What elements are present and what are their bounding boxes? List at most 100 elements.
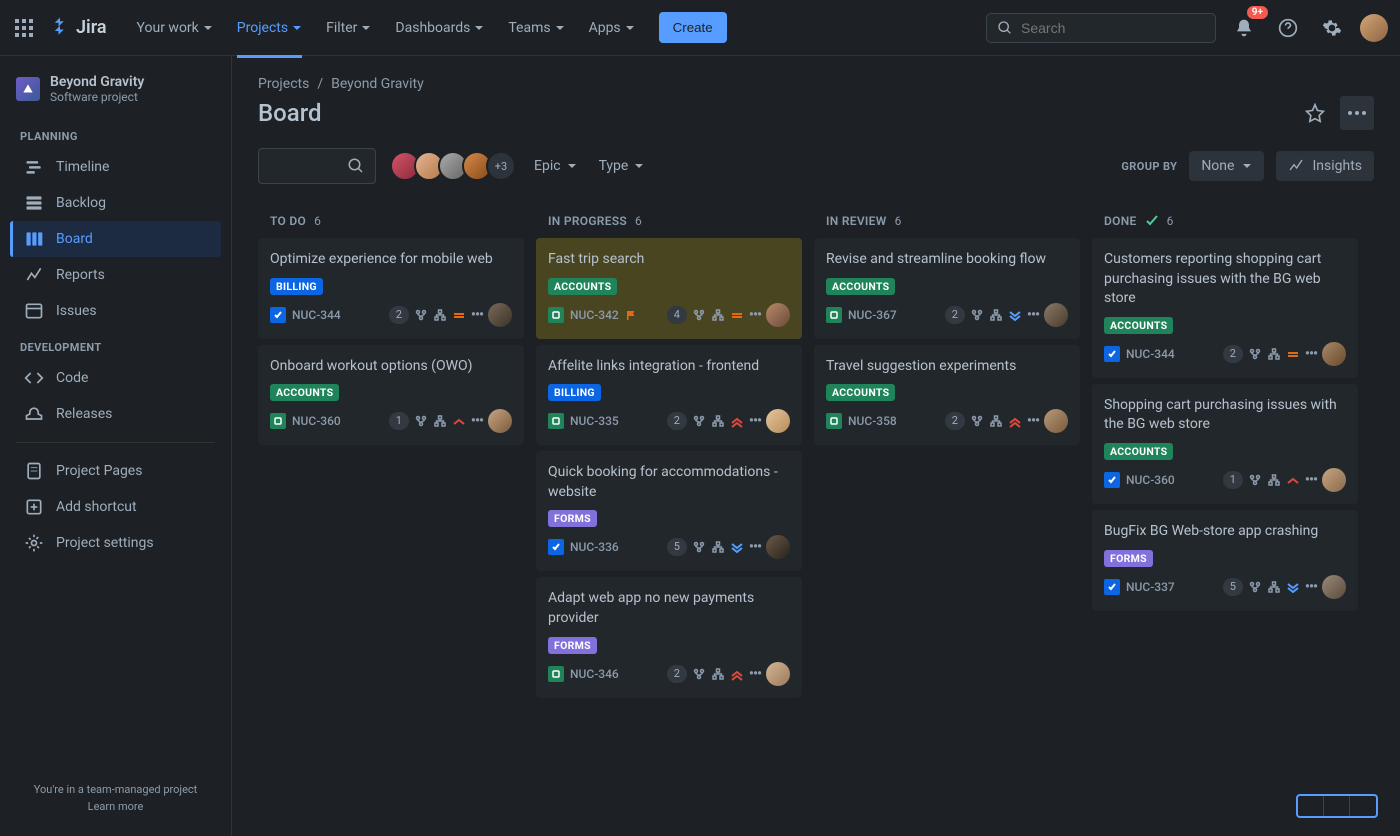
view-switcher[interactable] — [1296, 794, 1378, 818]
card-NUC-358[interactable]: Travel suggestion experiments ACCOUNTS N… — [814, 345, 1080, 446]
sidebar-item-timeline[interactable]: Timeline — [10, 149, 221, 185]
issue-key: NUC-367 — [848, 308, 897, 322]
sidebar-item-reports[interactable]: Reports — [10, 257, 221, 293]
create-button[interactable]: Create — [659, 12, 727, 43]
app-switcher-icon[interactable] — [12, 16, 36, 40]
releases-icon — [24, 404, 44, 424]
bell-icon — [1234, 18, 1254, 38]
card-NUC-342[interactable]: Fast trip search ACCOUNTS NUC-342 4 ••• — [536, 238, 802, 339]
card-tag: ACCOUNTS — [548, 278, 617, 295]
priority-icon — [730, 667, 744, 681]
branch-icon — [414, 415, 428, 427]
card-NUC-360[interactable]: Onboard workout options (OWO) ACCOUNTS N… — [258, 345, 524, 446]
card-title: Quick booking for accommodations - websi… — [548, 463, 790, 502]
more-button[interactable] — [1340, 96, 1374, 130]
star-button[interactable] — [1298, 96, 1332, 130]
assignee-avatar — [1322, 468, 1346, 492]
chevron-down-icon — [634, 161, 644, 171]
sidebar-item-project-settings[interactable]: Project settings — [10, 525, 221, 561]
sidebar-item-add-shortcut[interactable]: Add shortcut — [10, 489, 221, 525]
code-icon — [24, 368, 44, 388]
column-done: DONE6Customers reporting shopping cart p… — [1092, 204, 1358, 816]
sidebar-item-code[interactable]: Code — [10, 360, 221, 396]
project-type: Software project — [50, 90, 144, 104]
board-columns: TO DO6Optimize experience for mobile web… — [258, 204, 1374, 816]
issue-key: NUC-336 — [570, 540, 619, 554]
avatar-stack[interactable]: +3 — [390, 151, 516, 181]
more-icon: ••• — [749, 413, 761, 429]
avatar-more[interactable]: +3 — [486, 151, 516, 181]
plus-box-icon — [24, 497, 44, 517]
view-option-1[interactable] — [1298, 796, 1324, 816]
issue-key: NUC-344 — [1126, 347, 1175, 361]
view-option-2[interactable] — [1324, 796, 1350, 816]
story-icon — [548, 413, 564, 429]
nav-filter[interactable]: Filter — [316, 12, 381, 44]
card-NUC-336[interactable]: Quick booking for accommodations - websi… — [536, 451, 802, 571]
sidebar-footer-text: You're in a team-managed project — [10, 781, 221, 799]
view-option-3[interactable] — [1350, 796, 1376, 816]
more-icon: ••• — [1305, 579, 1317, 595]
sidebar-item-board[interactable]: Board — [10, 221, 221, 257]
assignee-avatar — [488, 409, 512, 433]
priority-icon — [1008, 308, 1022, 322]
card-tag: ACCOUNTS — [1104, 317, 1173, 334]
tree-icon — [433, 309, 447, 321]
card-NUC-346[interactable]: Adapt web app no new payments provider F… — [536, 577, 802, 697]
priority-icon — [1286, 347, 1300, 361]
search-input[interactable] — [1021, 20, 1205, 36]
card-NUC-344[interactable]: Customers reporting shopping cart purcha… — [1092, 238, 1358, 378]
breadcrumb-project-name[interactable]: Beyond Gravity — [331, 76, 424, 92]
sidebar-item-releases[interactable]: Releases — [10, 396, 221, 432]
branch-icon — [1248, 581, 1262, 593]
chevron-down-icon — [1242, 161, 1252, 171]
epic-dropdown[interactable]: Epic — [530, 152, 581, 180]
groupby-select[interactable]: None — [1189, 151, 1264, 181]
nav-your-work[interactable]: Your work — [127, 12, 223, 44]
page-title: Board — [258, 99, 322, 127]
board-search[interactable] — [258, 148, 376, 184]
more-icon: ••• — [749, 666, 761, 682]
card-tag: ACCOUNTS — [270, 384, 339, 401]
priority-icon — [730, 414, 744, 428]
tree-icon — [711, 309, 725, 321]
nav-apps[interactable]: Apps — [579, 12, 645, 44]
nav-dashboards[interactable]: Dashboards — [385, 12, 494, 44]
card-NUC-367[interactable]: Revise and streamline booking flow ACCOU… — [814, 238, 1080, 339]
card-NUC-337[interactable]: BugFix BG Web-store app crashing FORMS N… — [1092, 510, 1358, 611]
branch-icon — [970, 415, 984, 427]
priority-icon — [730, 540, 744, 554]
issue-key: NUC-360 — [292, 414, 341, 428]
global-search[interactable] — [986, 13, 1216, 43]
jira-logo[interactable]: Jira — [48, 16, 107, 40]
estimate-badge: 1 — [389, 412, 409, 430]
help-button[interactable] — [1272, 12, 1304, 44]
sidebar-footer-link[interactable]: Learn more — [88, 800, 144, 813]
card-title: Fast trip search — [548, 250, 790, 270]
card-NUC-360[interactable]: Shopping cart purchasing issues with the… — [1092, 384, 1358, 504]
card-NUC-335[interactable]: Affelite links integration - frontend BI… — [536, 345, 802, 446]
branch-icon — [692, 415, 706, 427]
sidebar-item-project-pages[interactable]: Project Pages — [10, 453, 221, 489]
breadcrumb-projects[interactable]: Projects — [258, 76, 309, 92]
timeline-icon — [24, 157, 44, 177]
nav-projects[interactable]: Projects — [227, 12, 312, 44]
card-title: Shopping cart purchasing issues with the… — [1104, 396, 1346, 435]
notifications-button[interactable]: 9+ — [1228, 12, 1260, 44]
help-icon — [1278, 18, 1298, 38]
card-title: Affelite links integration - frontend — [548, 357, 790, 377]
card-title: BugFix BG Web-store app crashing — [1104, 522, 1346, 542]
card-NUC-344[interactable]: Optimize experience for mobile web BILLI… — [258, 238, 524, 339]
task-icon — [1104, 346, 1120, 362]
settings-button[interactable] — [1316, 12, 1348, 44]
type-dropdown[interactable]: Type — [595, 152, 649, 180]
story-icon — [270, 413, 286, 429]
project-header[interactable]: Beyond Gravity Software project — [10, 74, 221, 118]
profile-avatar[interactable] — [1360, 14, 1388, 42]
insights-button[interactable]: Insights — [1276, 151, 1374, 181]
nav-teams[interactable]: Teams — [498, 12, 574, 44]
board-icon — [24, 229, 44, 249]
sidebar-item-backlog[interactable]: Backlog — [10, 185, 221, 221]
sidebar-item-issues[interactable]: Issues — [10, 293, 221, 329]
more-icon — [1347, 110, 1367, 116]
